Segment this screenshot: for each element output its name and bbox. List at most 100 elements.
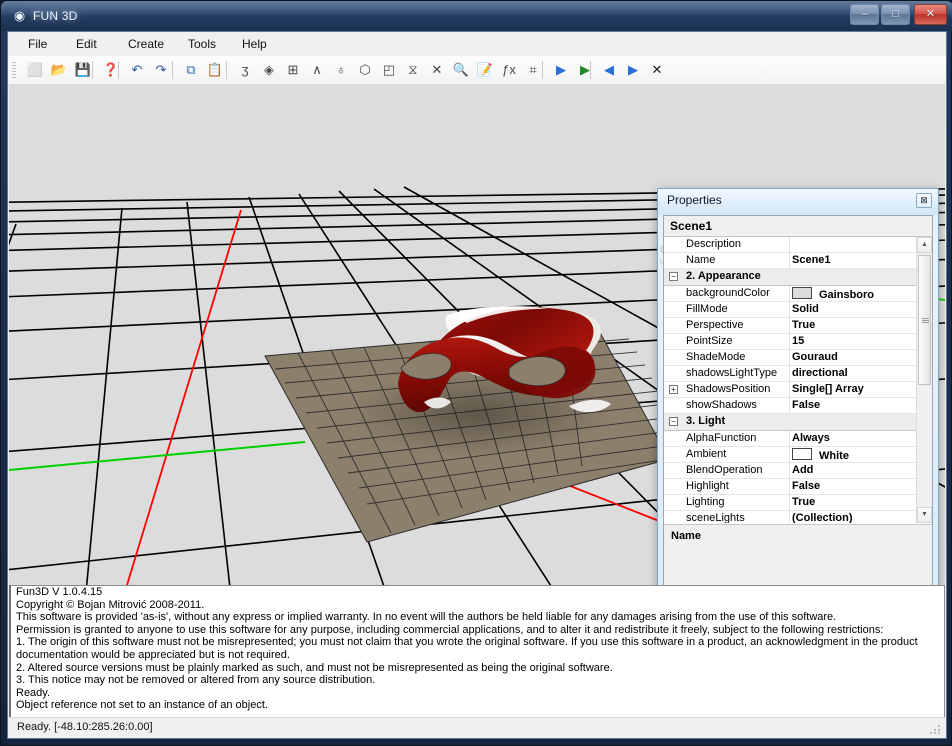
resize-grip[interactable] [930, 723, 942, 735]
property-value[interactable]: Gouraud [792, 351, 930, 363]
property-value[interactable]: Always [792, 432, 930, 444]
scrollbar-thumb[interactable] [918, 255, 931, 385]
property-column-divider [789, 382, 790, 397]
menu-item-edit[interactable]: Edit [68, 36, 105, 53]
script-icon[interactable]: ⌗ [522, 59, 544, 81]
property-row[interactable]: PointSize 15 [664, 334, 932, 350]
property-column-divider [789, 318, 790, 333]
property-value[interactable]: (Collection) [792, 512, 930, 523]
property-row[interactable]: ShadeMode Gouraud [664, 350, 932, 366]
add-peak-icon[interactable]: ∧ [306, 59, 328, 81]
property-value[interactable]: 15 [792, 335, 930, 347]
properties-close-icon[interactable]: ⊠ [916, 193, 932, 208]
next-icon[interactable]: ▶ [622, 59, 644, 81]
property-name: shadowsLightType [686, 367, 778, 379]
menu-item-tools[interactable]: Tools [180, 36, 224, 53]
property-value[interactable]: True [792, 496, 930, 508]
property-value[interactable]: directional [792, 367, 930, 379]
property-row[interactable]: shadowsLightType directional [664, 366, 932, 382]
property-value[interactable]: Gainsboro [792, 287, 930, 301]
property-grid-scrollbar[interactable]: ▲ ▼ [916, 237, 932, 523]
property-category-row[interactable]: −3. Light [664, 414, 932, 431]
help-icon[interactable]: ❓ [100, 59, 122, 81]
new-icon[interactable]: ⬜ [24, 59, 46, 81]
menu-item-help[interactable]: Help [234, 36, 275, 53]
app-globe-icon: ◉ [13, 8, 26, 23]
property-column-divider [789, 398, 790, 413]
collapse-icon[interactable]: − [669, 272, 678, 281]
add-grid-icon[interactable]: ⊞ [282, 59, 304, 81]
add-curve-icon[interactable]: ʒ [234, 59, 256, 81]
log-output[interactable]: Fun3D V 1.0.4.15 Copyright © Bojan Mitrov… [9, 585, 945, 719]
property-category-row[interactable]: −2. Appearance [664, 269, 932, 286]
property-row[interactable]: Ambient White [664, 447, 932, 463]
add-solid-icon[interactable]: ⬡ [354, 59, 376, 81]
property-row[interactable]: Name Scene1 [664, 253, 932, 269]
property-value[interactable]: White [792, 448, 930, 462]
collapse-icon[interactable]: − [669, 417, 678, 426]
property-column-divider [789, 495, 790, 510]
property-value[interactable]: False [792, 480, 930, 492]
undo-icon[interactable]: ↶ [126, 59, 148, 81]
property-value[interactable]: False [792, 399, 930, 411]
close-button[interactable]: ✕ [914, 4, 947, 25]
window-title: FUN 3D [33, 9, 78, 23]
toolbar-grip[interactable] [12, 62, 16, 78]
previous-icon[interactable]: ◀ [598, 59, 620, 81]
stop-icon[interactable]: ✕ [646, 59, 668, 81]
window-titlebar[interactable]: ◉ FUN 3D – □ ✕ [1, 1, 952, 31]
paste-icon[interactable]: 📋 [204, 59, 226, 81]
status-text: Ready. [-48.10:285.26:0.00] [17, 721, 153, 733]
minimize-button[interactable]: – [850, 4, 879, 25]
property-row[interactable]: sceneLights (Collection) [664, 511, 932, 523]
property-column-divider [789, 479, 790, 494]
property-value[interactable]: Scene1 [792, 254, 930, 266]
save-icon[interactable]: 💾 [72, 59, 94, 81]
property-name: showShadows [686, 399, 757, 411]
play-icon[interactable]: ▶ [574, 59, 596, 81]
maximize-button[interactable]: □ [881, 4, 910, 25]
log-line: Ready. [16, 686, 51, 699]
add-surface-icon[interactable]: ◈ [258, 59, 280, 81]
arrange-icon[interactable]: ◰ [378, 59, 400, 81]
property-value[interactable]: Add [792, 464, 930, 476]
step-run-icon[interactable]: ▶ [550, 59, 572, 81]
menu-item-create[interactable]: Create [120, 36, 172, 53]
delete-icon[interactable]: ✕ [426, 59, 448, 81]
property-row[interactable]: showShadows False [664, 398, 932, 414]
properties-title: Properties [667, 193, 722, 207]
property-value[interactable]: True [792, 319, 930, 331]
property-name: Highlight [686, 480, 729, 492]
open-folder-icon[interactable]: 📂 [48, 59, 70, 81]
property-name: 2. Appearance [686, 270, 761, 282]
add-point-icon[interactable]: ♁ [330, 59, 352, 81]
scroll-down-icon[interactable]: ▼ [917, 507, 932, 523]
property-name: Ambient [686, 448, 727, 460]
property-value[interactable]: Single[] Array [792, 383, 930, 395]
copy-icon[interactable]: ⧉ [180, 59, 202, 81]
property-row[interactable]: AlphaFunction Always [664, 431, 932, 447]
menu-item-file[interactable]: File [20, 36, 55, 53]
property-row[interactable]: BlendOperation Add [664, 463, 932, 479]
function-icon[interactable]: ƒx [498, 59, 520, 81]
properties-panel[interactable]: Properties ⊠ Scene1 SOFTPEDIA www.softpe… [657, 188, 939, 585]
property-row[interactable]: + ShadowsPosition Single[] Array [664, 382, 932, 398]
property-rows[interactable]: Description Name Scene1−2. Appearance backg… [664, 237, 932, 523]
3d-viewport[interactable]: Properties ⊠ Scene1 SOFTPEDIA www.softpe… [9, 84, 945, 585]
edit-properties-icon[interactable]: 📝 [474, 59, 496, 81]
expand-icon[interactable]: + [669, 385, 678, 394]
property-row[interactable]: Lighting True [664, 495, 932, 511]
property-row[interactable]: Description [664, 237, 932, 253]
property-row[interactable]: FillMode Solid [664, 302, 932, 318]
redo-icon[interactable]: ↷ [150, 59, 172, 81]
property-description-pane: Name [664, 524, 932, 585]
property-row[interactable]: Highlight False [664, 479, 932, 495]
scroll-up-icon[interactable]: ▲ [917, 237, 932, 253]
property-value[interactable]: Solid [792, 303, 930, 315]
inspect-icon[interactable]: 🔍 [450, 59, 472, 81]
property-row[interactable]: backgroundColor Gainsboro [664, 286, 932, 302]
transform-icon[interactable]: ⧖ [402, 59, 424, 81]
properties-titlebar[interactable]: Properties ⊠ [658, 189, 938, 215]
log-line: 3. This notice may not be removed or alt… [16, 674, 376, 687]
property-row[interactable]: Perspective True [664, 318, 932, 334]
